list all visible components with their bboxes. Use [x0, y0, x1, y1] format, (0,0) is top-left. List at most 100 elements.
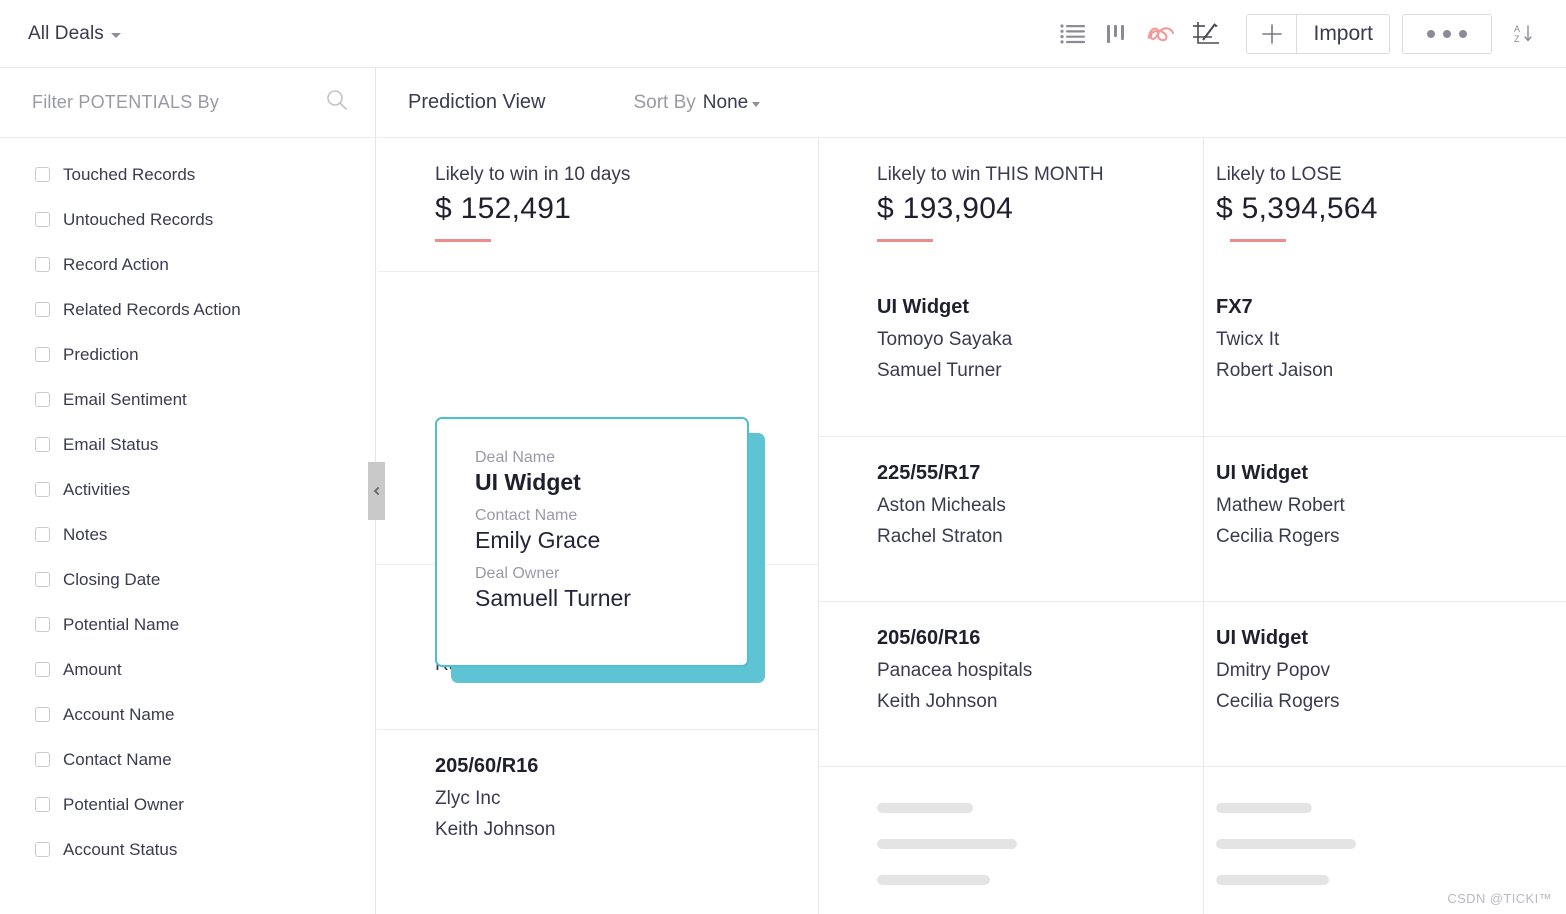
add-record-button[interactable] [1247, 15, 1297, 53]
deal-name-value: UI Widget [475, 469, 747, 496]
prediction-board: Likely to win in 10 days $ 152,491 Deal … [377, 138, 1566, 914]
deal-card-account: Twicx It [1216, 329, 1566, 351]
checkbox-icon[interactable] [35, 392, 50, 407]
page-title: Prediction View [408, 91, 545, 114]
checkbox-icon[interactable] [35, 617, 50, 632]
filter-item-untouched-records[interactable]: Untouched Records [0, 197, 375, 242]
checkbox-icon[interactable] [35, 572, 50, 587]
checkbox-icon[interactable] [35, 482, 50, 497]
checkbox-icon[interactable] [35, 212, 50, 227]
checkbox-icon[interactable] [35, 257, 50, 272]
top-toolbar: All Deals [0, 0, 1566, 68]
deal-card-account: Tomoyo Sayaka [877, 329, 1203, 351]
filter-item-label: Activities [63, 480, 130, 500]
checkbox-icon[interactable] [35, 347, 50, 362]
chevron-down-icon [111, 33, 121, 38]
checkbox-icon[interactable] [35, 527, 50, 542]
skeleton-line [877, 803, 973, 813]
filter-item-account-status[interactable]: Account Status [0, 827, 375, 872]
filter-item-potential-name[interactable]: Potential Name [0, 602, 375, 647]
deal-card-title: UI Widget [1216, 462, 1566, 485]
filter-item-prediction[interactable]: Prediction [0, 332, 375, 377]
sort-by-dropdown[interactable]: Sort By None [633, 92, 760, 114]
checkbox-icon[interactable] [35, 437, 50, 452]
filter-item-label: Record Action [63, 255, 169, 275]
filter-item-label: Untouched Records [63, 210, 213, 230]
filter-item-amount[interactable]: Amount [0, 647, 375, 692]
filter-item-contact-name[interactable]: Contact Name [0, 737, 375, 782]
checkbox-icon[interactable] [35, 752, 50, 767]
deal-card[interactable]: UI Widget Mathew Robert Cecilia Rogers [1204, 436, 1566, 601]
skeleton-line [877, 875, 990, 885]
column-accent-rule [1230, 239, 1286, 242]
deal-card-owner: Keith Johnson [877, 691, 1203, 713]
sort-by-label: Sort By [633, 92, 695, 114]
filter-item-account-name[interactable]: Account Name [0, 692, 375, 737]
filter-item-label: Account Status [63, 840, 177, 860]
column-amount: $ 5,394,564 [1216, 192, 1566, 226]
deal-card-owner: Robert Jaison [1216, 360, 1566, 382]
column-accent-rule [877, 239, 933, 242]
deal-owner-value: Samuell Turner [475, 585, 747, 612]
filter-item-label: Related Records Action [63, 300, 241, 320]
deal-card[interactable]: 205/60/R16 Panacea hospitals Keith Johns… [819, 601, 1203, 766]
svg-text:Z: Z [1514, 34, 1520, 44]
column-title: Likely to win THIS MONTH [877, 164, 1203, 186]
skeleton-line [1216, 839, 1356, 849]
filter-item-record-action[interactable]: Record Action [0, 242, 375, 287]
checkbox-icon[interactable] [35, 797, 50, 812]
filter-item-touched-records[interactable]: Touched Records [0, 152, 375, 197]
list-view-icon[interactable] [1058, 19, 1088, 49]
contact-name-label: Contact Name [475, 507, 747, 525]
main-header: Prediction View Sort By None [377, 68, 1566, 138]
deal-card[interactable]: 205/60/R16 Zlyc Inc Keith Johnson [377, 729, 818, 894]
chart-view-icon[interactable] [1190, 19, 1222, 49]
deal-card-dragging[interactable]: Deal Name UI Widget Contact Name Emily G… [435, 417, 765, 683]
deal-card-title: UI Widget [1216, 627, 1566, 650]
checkbox-icon[interactable] [35, 167, 50, 182]
import-button[interactable]: Import [1297, 15, 1389, 53]
deal-card[interactable]: UI Widget Tomoyo Sayaka Samuel Turner [819, 271, 1203, 436]
filter-item-label: Potential Name [63, 615, 179, 635]
sidebar-collapse-handle[interactable] [368, 462, 385, 520]
drag-card-body[interactable]: Deal Name UI Widget Contact Name Emily G… [435, 417, 749, 667]
filter-item-label: Email Status [63, 435, 158, 455]
filter-header: Filter POTENTIALS By [0, 68, 375, 138]
column-header: Likely to LOSE $ 5,394,564 [1204, 138, 1566, 271]
filter-item-closing-date[interactable]: Closing Date [0, 557, 375, 602]
deal-card-owner: Samuel Turner [877, 360, 1203, 382]
checkbox-icon[interactable] [35, 707, 50, 722]
filter-item-label: Contact Name [63, 750, 172, 770]
sort-az-icon[interactable]: A Z [1502, 14, 1544, 54]
filter-item-related-records-action[interactable]: Related Records Action [0, 287, 375, 332]
column-accent-rule [435, 239, 491, 242]
checkbox-icon[interactable] [35, 842, 50, 857]
filter-item-notes[interactable]: Notes [0, 512, 375, 557]
filter-item-email-sentiment[interactable]: Email Sentiment [0, 377, 375, 422]
filter-title: Filter POTENTIALS By [32, 92, 219, 113]
checkbox-icon[interactable] [35, 302, 50, 317]
kanban-view-icon[interactable] [1104, 19, 1130, 49]
filter-item-label: Potential Owner [63, 795, 184, 815]
deal-card[interactable]: FX7 Twicx It Robert Jaison [1204, 271, 1566, 436]
deal-card-account: Aston Micheals [877, 495, 1203, 517]
deals-view-selector[interactable]: All Deals [28, 23, 121, 45]
chevron-down-icon [752, 102, 760, 107]
checkbox-icon[interactable] [35, 662, 50, 677]
more-options-button[interactable] [1402, 14, 1492, 54]
svg-text:A: A [1514, 24, 1520, 34]
filter-item-email-status[interactable]: Email Status [0, 422, 375, 467]
filter-item-activities[interactable]: Activities [0, 467, 375, 512]
deal-card-owner: Rachel Straton [877, 526, 1203, 548]
chevron-left-icon [374, 487, 382, 495]
prediction-view-icon[interactable] [1144, 19, 1178, 49]
deal-card[interactable]: UI Widget Dmitry Popov Cecilia Rogers [1204, 601, 1566, 766]
deal-name-label: Deal Name [475, 449, 747, 467]
filter-item-potential-owner[interactable]: Potential Owner [0, 782, 375, 827]
search-icon[interactable] [325, 88, 349, 117]
app-root: All Deals [0, 0, 1566, 914]
card-row-drag-slot: Deal Name UI Widget Contact Name Emily G… [377, 271, 818, 564]
deal-card[interactable]: 225/55/R17 Aston Micheals Rachel Straton [819, 436, 1203, 601]
more-dot-icon [1443, 30, 1451, 38]
column-header: Likely to win in 10 days $ 152,491 [377, 138, 818, 271]
